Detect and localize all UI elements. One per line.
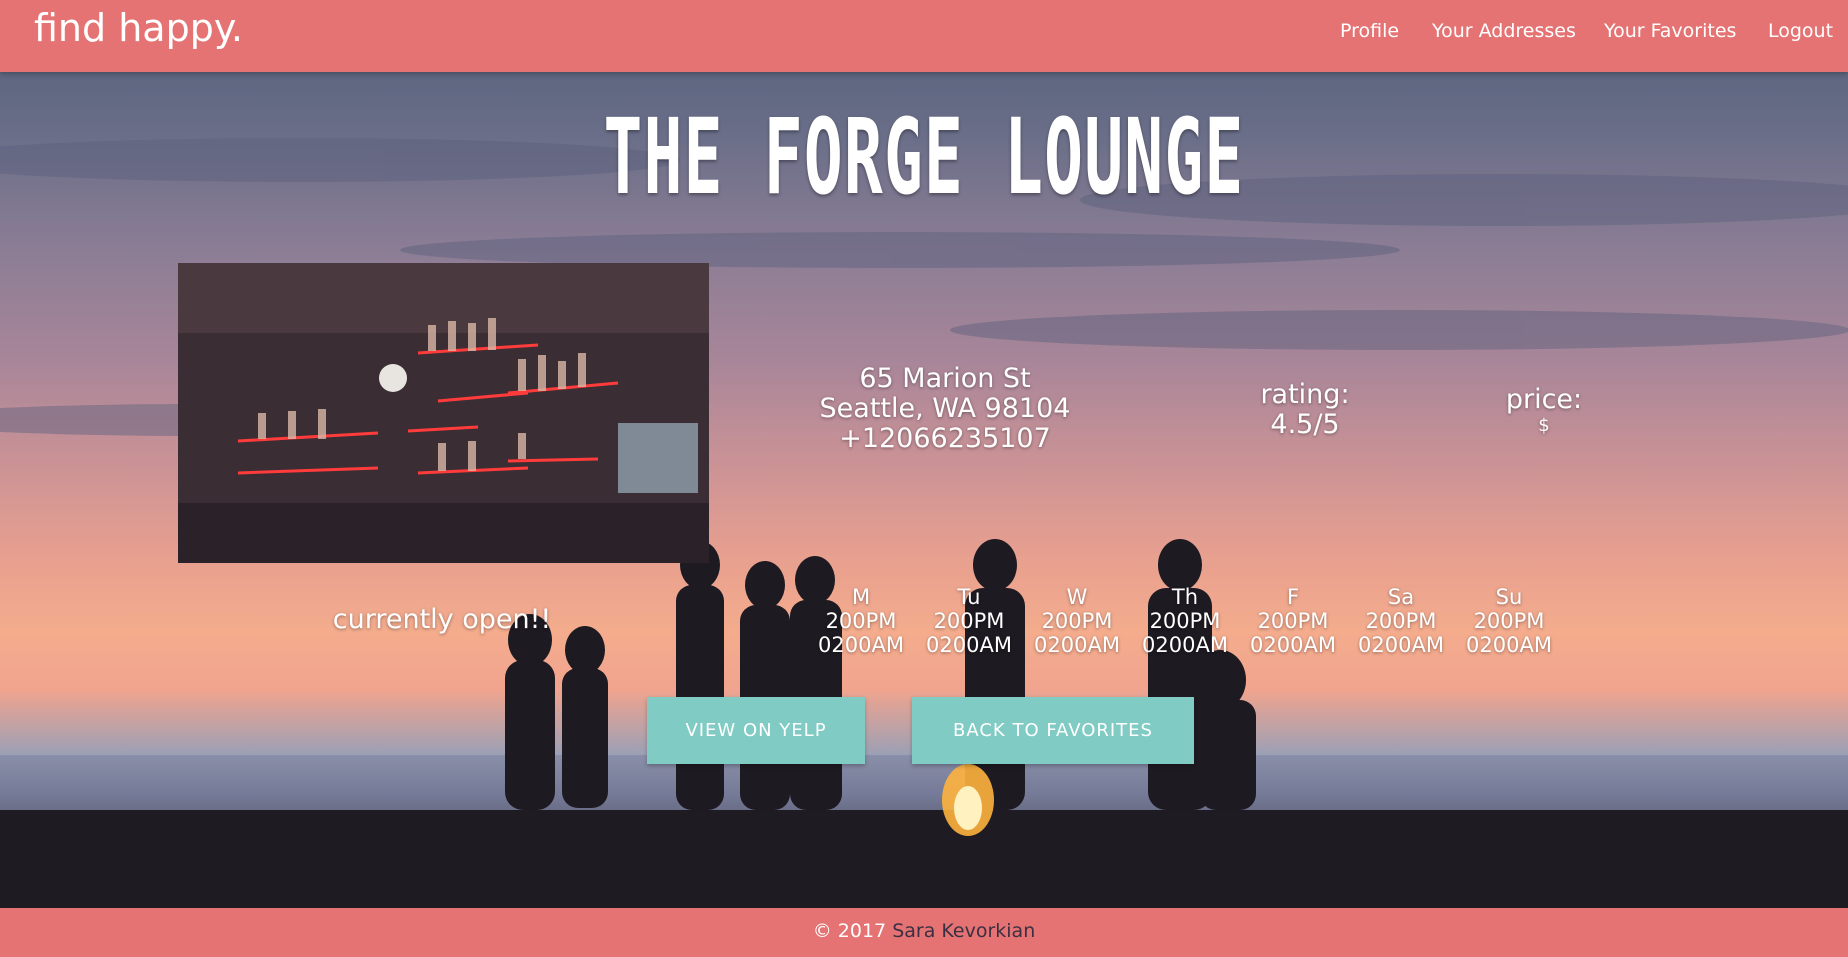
hours-day-column: Su 200PM 0200AM bbox=[1455, 585, 1563, 657]
hours-close: 0200AM bbox=[1466, 633, 1552, 657]
rating-value: 4.5/5 bbox=[1270, 409, 1340, 440]
view-on-yelp-button[interactable]: VIEW ON YELP bbox=[647, 697, 865, 764]
phone-number: +12066235107 bbox=[839, 423, 1051, 454]
hours-day: W bbox=[1066, 585, 1088, 609]
hours-day: Sa bbox=[1387, 585, 1415, 609]
hours-day-column: F 200PM 0200AM bbox=[1239, 585, 1347, 657]
hours-open: 200PM bbox=[1257, 609, 1329, 633]
hours-open: 200PM bbox=[933, 609, 1005, 633]
hours-day: Th bbox=[1171, 585, 1199, 609]
back-to-favorites-button[interactable]: BACK TO FAVORITES bbox=[912, 697, 1194, 764]
hours-day-column: Tu 200PM 0200AM bbox=[915, 585, 1023, 657]
hours-day-column: Th 200PM 0200AM bbox=[1131, 585, 1239, 657]
venue-title: THE FORGE LOUNGE bbox=[603, 96, 1245, 218]
footer-author-link[interactable]: Sara Kevorkian bbox=[892, 920, 1035, 942]
hours-open: 200PM bbox=[1473, 609, 1545, 633]
address-line-1: 65 Marion St bbox=[859, 363, 1031, 394]
address-line-2: Seattle, WA 98104 bbox=[819, 393, 1071, 424]
hours-open: 200PM bbox=[1041, 609, 1113, 633]
open-status: currently open!! bbox=[332, 604, 552, 635]
navbar: find happy. Profile Your Addresses Your … bbox=[0, 0, 1848, 72]
hours-day: M bbox=[851, 585, 871, 609]
venue-address-block: 65 Marion St Seattle, WA 98104 +12066235… bbox=[780, 364, 1110, 454]
hours-open: 200PM bbox=[825, 609, 897, 633]
hours-day-column: M 200PM 0200AM bbox=[807, 585, 915, 657]
hours-day-column: W 200PM 0200AM bbox=[1023, 585, 1131, 657]
footer: © 2017 Sara Kevorkian bbox=[0, 908, 1848, 957]
nav-logout-link[interactable]: Logout bbox=[1768, 20, 1833, 42]
hours-close: 0200AM bbox=[818, 633, 904, 657]
nav-profile-link[interactable]: Profile bbox=[1340, 20, 1399, 42]
hours-day: F bbox=[1286, 585, 1300, 609]
hours-day-column: Sa 200PM 0200AM bbox=[1347, 585, 1455, 657]
hours-close: 0200AM bbox=[1034, 633, 1120, 657]
hours-open: 200PM bbox=[1149, 609, 1221, 633]
hours-close: 0200AM bbox=[1250, 633, 1336, 657]
price-block: price: $ bbox=[1474, 385, 1614, 437]
hours-day: Su bbox=[1495, 585, 1523, 609]
nav-favorites-link[interactable]: Your Favorites bbox=[1604, 20, 1736, 42]
hours-close: 0200AM bbox=[1142, 633, 1228, 657]
hours-close: 0200AM bbox=[1358, 633, 1444, 657]
nav-addresses-link[interactable]: Your Addresses bbox=[1432, 20, 1576, 42]
hours-day: Tu bbox=[957, 585, 981, 609]
price-value: $ bbox=[1538, 415, 1550, 436]
rating-block: rating: 4.5/5 bbox=[1235, 380, 1375, 440]
hours-open: 200PM bbox=[1365, 609, 1437, 633]
price-label: price: bbox=[1505, 384, 1583, 415]
venue-photo bbox=[178, 263, 709, 563]
footer-copyright: © 2017 bbox=[812, 920, 887, 942]
hours-close: 0200AM bbox=[926, 633, 1012, 657]
brand-logo-link[interactable]: find happy. bbox=[34, 6, 243, 50]
rating-label: rating: bbox=[1260, 379, 1350, 410]
